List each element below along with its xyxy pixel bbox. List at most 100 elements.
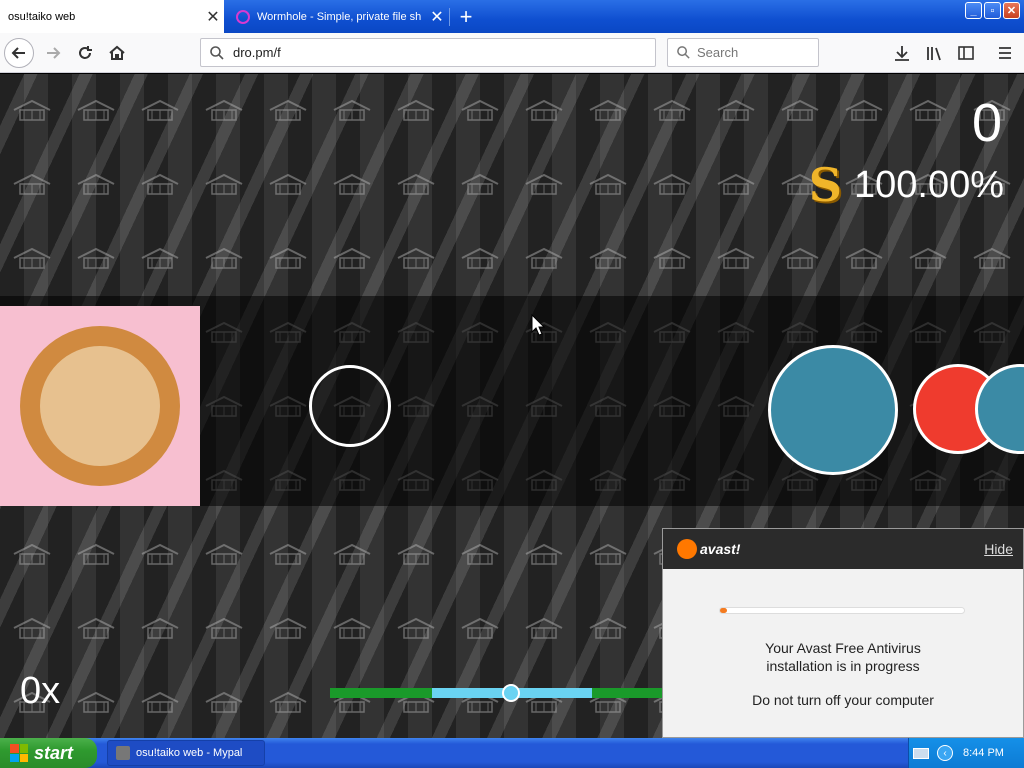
pattern-tile <box>512 148 576 222</box>
url-text: dro.pm/f <box>233 45 281 60</box>
avast-logo-text: avast! <box>700 541 741 557</box>
avast-header: avast! Hide <box>663 529 1023 569</box>
system-tray: ‹ 8:44 PM <box>908 738 1024 768</box>
start-button[interactable]: start <box>0 738 97 768</box>
close-tab-icon[interactable]: ✕ <box>426 7 448 27</box>
library-icon[interactable] <box>924 43 944 63</box>
reload-icon <box>79 46 92 59</box>
pattern-tile <box>128 592 192 666</box>
pattern-tile <box>576 222 640 296</box>
pattern-tile <box>576 74 640 148</box>
accuracy-value: 100.00% <box>853 163 1004 206</box>
pattern-tile <box>832 74 896 148</box>
search-placeholder: Search <box>697 45 739 60</box>
close-tab-icon[interactable]: ✕ <box>202 7 224 27</box>
downloads-icon[interactable] <box>892 43 912 63</box>
pattern-tile <box>448 74 512 148</box>
back-arrow-icon <box>11 47 25 59</box>
taskbar-item-label: osu!taiko web - Mypal <box>136 747 243 759</box>
pattern-tile <box>384 222 448 296</box>
pattern-tile <box>128 74 192 148</box>
keyboard-icon[interactable] <box>913 747 929 759</box>
search-icon <box>677 46 690 59</box>
pattern-row <box>0 74 1024 148</box>
pattern-tile <box>448 148 512 222</box>
pattern-tile <box>0 222 64 296</box>
pattern-tile <box>448 666 512 738</box>
pattern-tile <box>64 222 128 296</box>
windows-logo-icon <box>10 744 28 762</box>
pattern-tile <box>704 148 768 222</box>
taskbar-item-browser[interactable]: osu!taiko web - Mypal <box>107 740 265 766</box>
pattern-tile <box>192 74 256 148</box>
pattern-tile <box>192 222 256 296</box>
sidebar-icon[interactable] <box>956 43 976 63</box>
pattern-tile <box>704 74 768 148</box>
install-warning: Do not turn off your computer <box>752 692 934 708</box>
forward-button[interactable] <box>38 38 68 68</box>
tab-osu-taiko[interactable]: osu!taiko web ✕ <box>0 0 224 33</box>
clock[interactable]: 8:44 PM <box>963 747 1004 759</box>
score-value: 0 <box>971 93 1002 153</box>
new-tab-button[interactable]: + <box>452 0 480 33</box>
pattern-tile <box>384 592 448 666</box>
hide-link[interactable]: Hide <box>984 541 1013 557</box>
search-box[interactable]: Search <box>667 38 819 67</box>
url-bar[interactable]: dro.pm/f <box>200 38 656 67</box>
pattern-tile <box>256 148 320 222</box>
home-button[interactable] <box>102 38 132 68</box>
pattern-tile <box>0 518 64 592</box>
pattern-tile <box>768 74 832 148</box>
pattern-tile <box>704 222 768 296</box>
pattern-tile <box>512 518 576 592</box>
pattern-tile <box>896 222 960 296</box>
pattern-tile <box>576 666 640 738</box>
pattern-tile <box>128 666 192 738</box>
pattern-tile <box>64 74 128 148</box>
song-progress-bar <box>330 684 663 702</box>
install-progress-bar <box>719 607 965 614</box>
big-kat-note <box>768 345 898 475</box>
tab-title: Wormhole - Simple, private file sh <box>257 10 422 23</box>
wormhole-favicon-icon <box>236 9 250 24</box>
pattern-tile <box>320 592 384 666</box>
pattern-tile <box>128 518 192 592</box>
pattern-tile <box>384 518 448 592</box>
install-message-line2: installation is in progress <box>766 658 920 674</box>
menu-icon[interactable] <box>995 43 1015 63</box>
pattern-tile <box>640 148 704 222</box>
avast-notification: avast! Hide Your Avast Free Antivirus in… <box>662 528 1024 738</box>
window-controls: _ ▫ ✕ <box>965 2 1020 19</box>
pattern-tile <box>256 666 320 738</box>
pattern-tile <box>512 222 576 296</box>
pattern-tile <box>512 74 576 148</box>
pattern-tile <box>64 518 128 592</box>
reload-button[interactable] <box>70 38 100 68</box>
close-window-button[interactable]: ✕ <box>1003 2 1020 19</box>
tab-separator <box>449 8 450 26</box>
navigation-toolbar: dro.pm/f Search <box>0 33 1024 73</box>
install-progress-fill <box>720 608 728 613</box>
pattern-tile <box>448 222 512 296</box>
tab-wormhole[interactable]: Wormhole - Simple, private file sh ✕ <box>226 0 448 33</box>
avast-logo: avast! <box>677 539 740 559</box>
avast-logo-icon <box>677 539 697 559</box>
minimize-button[interactable]: _ <box>965 2 982 19</box>
pattern-tile <box>0 592 64 666</box>
pattern-tile <box>320 222 384 296</box>
restore-button[interactable]: ▫ <box>984 2 1001 19</box>
mouse-cursor-icon <box>531 314 545 336</box>
pattern-tile <box>64 666 128 738</box>
back-button[interactable] <box>4 38 34 68</box>
pattern-tile <box>256 592 320 666</box>
browser-app-icon <box>116 746 130 760</box>
pattern-tile <box>192 666 256 738</box>
pattern-tile <box>64 592 128 666</box>
pattern-tile <box>128 148 192 222</box>
pattern-tile <box>320 74 384 148</box>
pattern-tile <box>960 222 1024 296</box>
show-hidden-icons-icon[interactable]: ‹ <box>937 745 953 761</box>
hit-target-circle <box>309 365 391 447</box>
install-message: Your Avast Free Antivirus installation i… <box>663 639 1023 675</box>
forward-arrow-icon <box>47 47 61 59</box>
